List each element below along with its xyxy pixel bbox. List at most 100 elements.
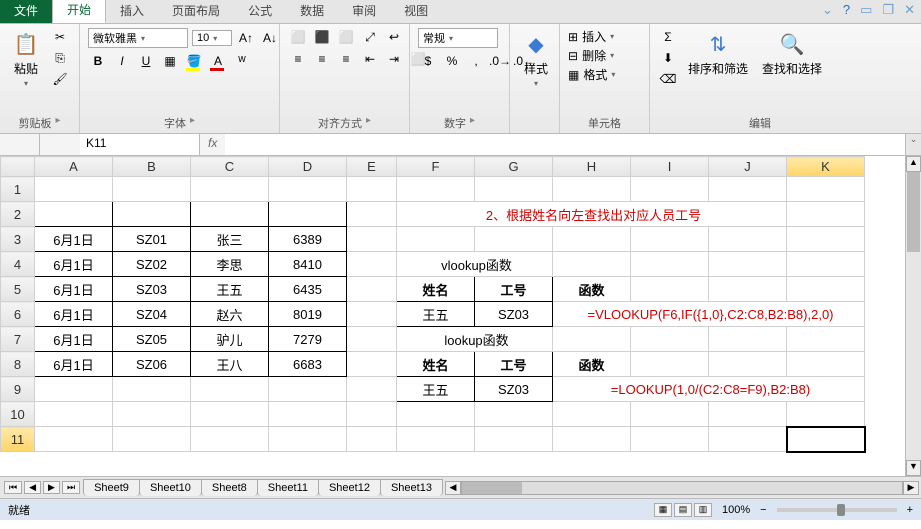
cell-H9[interactable]: =LOOKUP(1,0/(C2:C8=F9),B2:B8) (553, 377, 865, 402)
cell-A9[interactable] (35, 377, 113, 402)
cell-A3[interactable]: 6月1日 (35, 227, 113, 252)
cell-H6[interactable]: =VLOOKUP(F6,IF({1,0},C2:C8,B2:B8),2,0) (553, 302, 865, 327)
cell-D3[interactable]: 6389 (269, 227, 347, 252)
cell-G3[interactable] (475, 227, 553, 252)
formula-expand-icon[interactable]: ⌄ (905, 134, 921, 155)
border-icon[interactable]: ▦ (160, 52, 180, 70)
delete-cells-button[interactable]: ⊟删除▾ (568, 47, 614, 64)
sheet-nav-first-icon[interactable]: ⏮ (4, 481, 22, 494)
cell-A11[interactable] (35, 427, 113, 452)
cell-A7[interactable]: 6月1日 (35, 327, 113, 352)
font-size-select[interactable]: 10▾ (192, 30, 232, 46)
sort-filter-button[interactable]: ⇅ 排序和筛选 (684, 28, 752, 79)
cut-icon[interactable]: ✂ (50, 28, 70, 46)
vertical-scrollbar[interactable]: ▲ ▼ (905, 156, 921, 476)
cell-G9[interactable]: SZ03 (475, 377, 553, 402)
cell-H5[interactable]: 函数 (553, 277, 631, 302)
row-header-1[interactable]: 1 (1, 177, 35, 202)
cell-E2[interactable] (347, 202, 397, 227)
row-header-7[interactable]: 7 (1, 327, 35, 352)
cell-C1[interactable] (191, 177, 269, 202)
cell-J10[interactable] (709, 402, 787, 427)
ribbon-minimize-icon[interactable]: ⌄ (822, 2, 833, 18)
tab-file[interactable]: 文件 (0, 0, 52, 23)
view-page-break-icon[interactable]: ▥ (694, 503, 712, 517)
cell-F5[interactable]: 姓名 (397, 277, 475, 302)
cell-D6[interactable]: 8019 (269, 302, 347, 327)
cell-K5[interactable] (787, 277, 865, 302)
phonetic-icon[interactable]: ᵂ (232, 52, 252, 70)
scroll-left-icon[interactable]: ◀ (445, 481, 461, 495)
column-header-A[interactable]: A (35, 157, 113, 177)
column-header-B[interactable]: B (113, 157, 191, 177)
row-header-5[interactable]: 5 (1, 277, 35, 302)
cell-C9[interactable] (191, 377, 269, 402)
cell-H8[interactable]: 函数 (553, 352, 631, 377)
autosum-icon[interactable]: Σ (658, 28, 678, 46)
cell-A5[interactable]: 6月1日 (35, 277, 113, 302)
cell-C4[interactable]: 李思 (191, 252, 269, 277)
styles-button[interactable]: ◆ 样式 ▾ (518, 28, 554, 90)
cell-I3[interactable] (631, 227, 709, 252)
name-box[interactable]: K11 (80, 134, 200, 155)
align-middle-icon[interactable]: ⬛ (312, 28, 332, 46)
cell-A8[interactable]: 6月1日 (35, 352, 113, 377)
fx-icon[interactable]: fx (200, 134, 225, 155)
increase-indent-icon[interactable]: ⇥ (384, 50, 404, 68)
increase-decimal-icon[interactable]: .0→ (490, 52, 510, 70)
cell-I1[interactable] (631, 177, 709, 202)
cell-A10[interactable] (35, 402, 113, 427)
help-icon[interactable]: ? (843, 2, 850, 18)
window-minimize-icon[interactable]: ▭ (860, 2, 872, 18)
cell-D2[interactable]: 销售额 (269, 202, 347, 227)
cell-F1[interactable] (397, 177, 475, 202)
zoom-slider[interactable] (777, 508, 897, 512)
align-right-icon[interactable]: ≡ (336, 50, 356, 68)
cell-E9[interactable] (347, 377, 397, 402)
cell-B7[interactable]: SZ05 (113, 327, 191, 352)
cell-B4[interactable]: SZ02 (113, 252, 191, 277)
cell-H3[interactable] (553, 227, 631, 252)
tab-page-layout[interactable]: 页面布局 (158, 0, 234, 23)
cell-A6[interactable]: 6月1日 (35, 302, 113, 327)
column-header-J[interactable]: J (709, 157, 787, 177)
cell-I10[interactable] (631, 402, 709, 427)
cell-F3[interactable] (397, 227, 475, 252)
formula-input[interactable] (225, 134, 905, 155)
sheet-nav-last-icon[interactable]: ⏭ (62, 481, 80, 494)
column-header-C[interactable]: C (191, 157, 269, 177)
cell-D11[interactable] (269, 427, 347, 452)
cell-F8[interactable]: 姓名 (397, 352, 475, 377)
cell-D1[interactable] (269, 177, 347, 202)
cell-F4[interactable]: vlookup函数 (397, 252, 553, 277)
sheet-tab-Sheet8[interactable]: Sheet8 (201, 479, 258, 496)
cell-D4[interactable]: 8410 (269, 252, 347, 277)
bold-icon[interactable]: B (88, 52, 108, 70)
sheet-tab-Sheet13[interactable]: Sheet13 (380, 479, 443, 496)
cell-B10[interactable] (113, 402, 191, 427)
orientation-icon[interactable]: ⤢ (360, 28, 380, 46)
scroll-up-icon[interactable]: ▲ (906, 156, 921, 172)
font-color-icon[interactable]: A (208, 52, 228, 70)
cell-J1[interactable] (709, 177, 787, 202)
sheet-tab-Sheet9[interactable]: Sheet9 (83, 479, 140, 496)
cell-G5[interactable]: 工号 (475, 277, 553, 302)
scroll-down-icon[interactable]: ▼ (906, 460, 921, 476)
decrease-font-icon[interactable]: A↓ (260, 29, 280, 47)
row-header-3[interactable]: 3 (1, 227, 35, 252)
select-all-corner[interactable] (1, 157, 35, 177)
cell-A1[interactable] (35, 177, 113, 202)
dialog-launcher-icon[interactable]: ▸ (470, 115, 475, 131)
cell-C10[interactable] (191, 402, 269, 427)
cell-B11[interactable] (113, 427, 191, 452)
cell-K8[interactable] (787, 352, 865, 377)
row-header-9[interactable]: 9 (1, 377, 35, 402)
window-close-icon[interactable]: ✕ (904, 2, 915, 18)
sheet-tab-Sheet10[interactable]: Sheet10 (139, 479, 202, 496)
cell-I4[interactable] (631, 252, 709, 277)
cell-F6[interactable]: 王五 (397, 302, 475, 327)
cell-B1[interactable] (113, 177, 191, 202)
cell-C5[interactable]: 王五 (191, 277, 269, 302)
cell-H10[interactable] (553, 402, 631, 427)
column-header-H[interactable]: H (553, 157, 631, 177)
